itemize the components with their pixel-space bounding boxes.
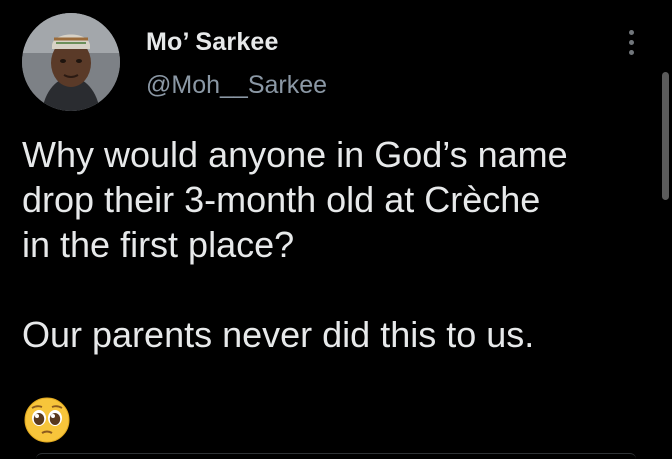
tweet-line: Our parents never did this to us. xyxy=(22,314,535,355)
more-options-icon[interactable] xyxy=(618,28,646,58)
scrollbar[interactable] xyxy=(662,72,669,200)
tweet-card: Mo’ Sarkee @Moh__Sarkee Why would anyone… xyxy=(0,0,672,458)
avatar[interactable] xyxy=(22,13,120,111)
author-handle[interactable]: @Moh__Sarkee xyxy=(146,71,327,100)
tweet-line: in the first place? xyxy=(22,224,295,265)
author-display-name[interactable]: Mo’ Sarkee xyxy=(146,28,279,57)
pleading-face-emoji xyxy=(23,396,71,444)
tweet-line: drop their 3-month old at Crèche xyxy=(22,179,541,220)
tweet-text: Why would anyone in God’s name drop thei… xyxy=(22,132,652,357)
tweet-line: Why would anyone in God’s name xyxy=(22,134,568,175)
card-bottom-edge xyxy=(36,453,636,459)
